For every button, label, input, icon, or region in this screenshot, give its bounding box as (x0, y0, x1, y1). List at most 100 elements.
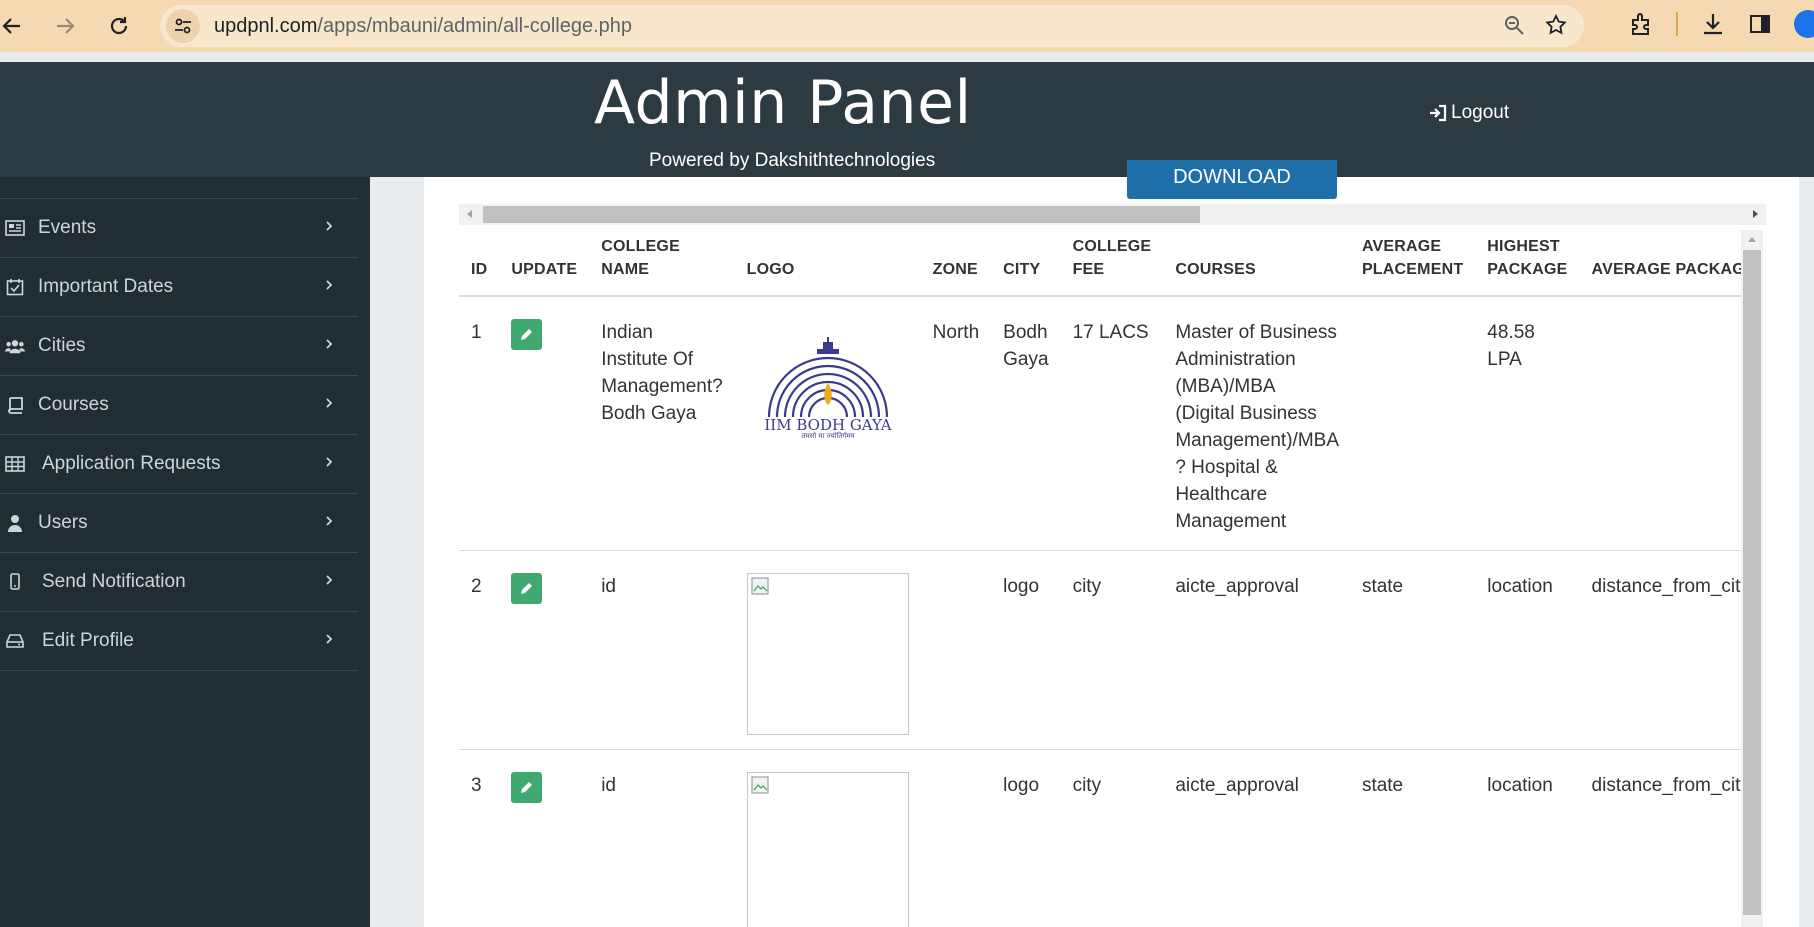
cell-average-placement: state (1349, 749, 1476, 927)
cell-college-name: Indian Institute Of Management? Bodh Gay… (589, 296, 735, 551)
college-logo-image: IIM BODH GAYA तमसो मा ज्योतिर्गमय (747, 319, 909, 447)
cell-id: 3 (459, 749, 500, 927)
sidebar-item-label: Courses (38, 394, 109, 415)
download-icon[interactable] (1700, 11, 1726, 37)
college-table: ID UPDATE COLLEGE NAME LOGO ZONE CITY COL… (459, 230, 1741, 927)
sidebar-item-label: Important Dates (38, 276, 174, 297)
address-bar[interactable]: updpnl.com/apps/mbauni/admin/all-college… (160, 5, 1584, 47)
scroll-up-icon[interactable] (1745, 233, 1759, 247)
table-row: 3 id logo city aicte_approval state loca… (459, 749, 1741, 927)
sidebar-item-application-requests[interactable]: Application Requests (0, 435, 358, 494)
cell-college-name: id (589, 749, 735, 927)
cell-city: logo (991, 550, 1061, 750)
cell-city: Bodh Gaya (991, 296, 1061, 551)
cell-average-package (1579, 296, 1741, 551)
cell-update (499, 296, 590, 551)
table-row: 2 id logo city aicte_approval state loca… (459, 550, 1741, 750)
sidebar-item-label: Send Notification (42, 571, 186, 592)
broken-image-icon (751, 775, 769, 794)
cell-highest-package: location (1475, 550, 1580, 750)
forward-button[interactable] (50, 11, 80, 41)
sidebar-item-send-notification[interactable]: Send Notification (0, 553, 358, 612)
broken-image (746, 572, 909, 735)
scroll-right-icon[interactable] (1748, 207, 1762, 221)
sidebar-item-cities[interactable]: Cities (0, 317, 358, 376)
users-icon (5, 336, 25, 356)
book-icon (5, 395, 25, 415)
pencil-icon (521, 329, 533, 340)
table-row: 1 Indian Institute Of Management? Bodh G… (459, 296, 1741, 551)
site-info-icon[interactable] (166, 9, 200, 43)
reload-button[interactable] (104, 11, 134, 41)
chevron-right-icon (326, 575, 333, 585)
profile-avatar[interactable] (1794, 10, 1814, 38)
cell-logo (734, 749, 921, 927)
cell-zone: North (920, 296, 992, 551)
edit-button[interactable] (511, 319, 543, 350)
sidebar-item-label: Edit Profile (42, 630, 134, 651)
cell-college-fee: 17 LACS (1060, 296, 1164, 551)
cell-average-package: distance_from_city (1579, 550, 1741, 750)
arrow-right-icon (57, 18, 75, 34)
scrollbar-thumb[interactable] (1743, 250, 1761, 915)
cell-highest-package: 48.58 LPA (1475, 296, 1580, 551)
col-header-id: ID (459, 230, 500, 297)
arrow-left-icon (2, 18, 20, 34)
svg-text:तमसो मा ज्योतिर्गमय: तमसो मा ज्योतिर्गमय (801, 431, 855, 439)
scrollbar-thumb[interactable] (483, 206, 1200, 223)
sidebar-item-edit-profile[interactable]: Edit Profile (0, 612, 358, 671)
calendar-check-icon (5, 277, 25, 297)
chevron-right-icon (326, 280, 333, 290)
cell-update (499, 749, 590, 927)
star-icon[interactable] (1544, 13, 1568, 37)
col-header-highest-package: HIGHEST PACKAGE (1475, 230, 1580, 297)
broken-image-icon (751, 576, 769, 595)
vertical-scrollbar[interactable] (1741, 230, 1763, 927)
user-icon (5, 513, 25, 533)
horizontal-scrollbar[interactable] (459, 204, 1766, 225)
table-icon (5, 454, 25, 474)
cell-logo: IIM BODH GAYA तमसो मा ज्योतिर्गमय (734, 296, 921, 551)
logout-link[interactable]: Logout (1429, 102, 1509, 124)
sidebar-item-important-dates[interactable]: Important Dates (0, 258, 358, 317)
sidebar-item-users[interactable]: Users (0, 494, 358, 553)
cell-update (499, 550, 590, 750)
sidebar-item-label: Users (38, 512, 88, 533)
hdd-icon (5, 631, 25, 651)
cell-zone (920, 749, 992, 927)
col-header-average-package: AVERAGE PACKAGE (1579, 230, 1741, 297)
cell-highest-package: location (1475, 749, 1580, 927)
col-header-city: CITY (991, 230, 1061, 297)
college-table-container: ID UPDATE COLLEGE NAME LOGO ZONE CITY COL… (459, 230, 1741, 927)
edit-button[interactable] (511, 771, 543, 803)
cell-logo (734, 550, 921, 750)
edit-button[interactable] (511, 572, 543, 604)
sidebar-item-label: Application Requests (42, 453, 221, 474)
broken-image (746, 771, 909, 927)
download-button[interactable]: DOWNLOAD (1127, 160, 1337, 199)
cell-average-placement (1349, 296, 1476, 551)
col-header-update: UPDATE (499, 230, 590, 297)
col-header-zone: ZONE (920, 230, 992, 297)
sidebar-item-events[interactable]: Events (0, 199, 358, 258)
sidebar-item-label: Events (38, 217, 97, 238)
url-host: updpnl.com (214, 14, 318, 37)
sidebar-item-courses[interactable]: Courses (0, 376, 358, 435)
newspaper-icon (5, 218, 25, 238)
chevron-right-icon (326, 339, 333, 349)
admin-header: Admin Panel Powered by Dakshithtechnolog… (0, 62, 1814, 177)
url-path: /apps/mbauni/admin/all-college.php (317, 14, 633, 37)
cell-average-package: distance_from_city (1579, 749, 1741, 927)
extensions-icon[interactable] (1628, 11, 1654, 37)
col-header-college-name: COLLEGE NAME (589, 230, 735, 297)
pencil-icon (521, 781, 533, 793)
col-header-courses: COURSES (1163, 230, 1350, 297)
url-text: updpnl.com/apps/mbauni/admin/all-college… (214, 15, 632, 38)
chevron-right-icon (326, 457, 333, 467)
side-panel-icon[interactable] (1748, 12, 1772, 36)
scroll-left-icon[interactable] (463, 207, 477, 221)
table-header-row: ID UPDATE COLLEGE NAME LOGO ZONE CITY COL… (459, 230, 1741, 297)
zoom-icon[interactable] (1502, 13, 1526, 37)
cell-id: 1 (459, 296, 500, 551)
back-button[interactable] (0, 11, 27, 41)
